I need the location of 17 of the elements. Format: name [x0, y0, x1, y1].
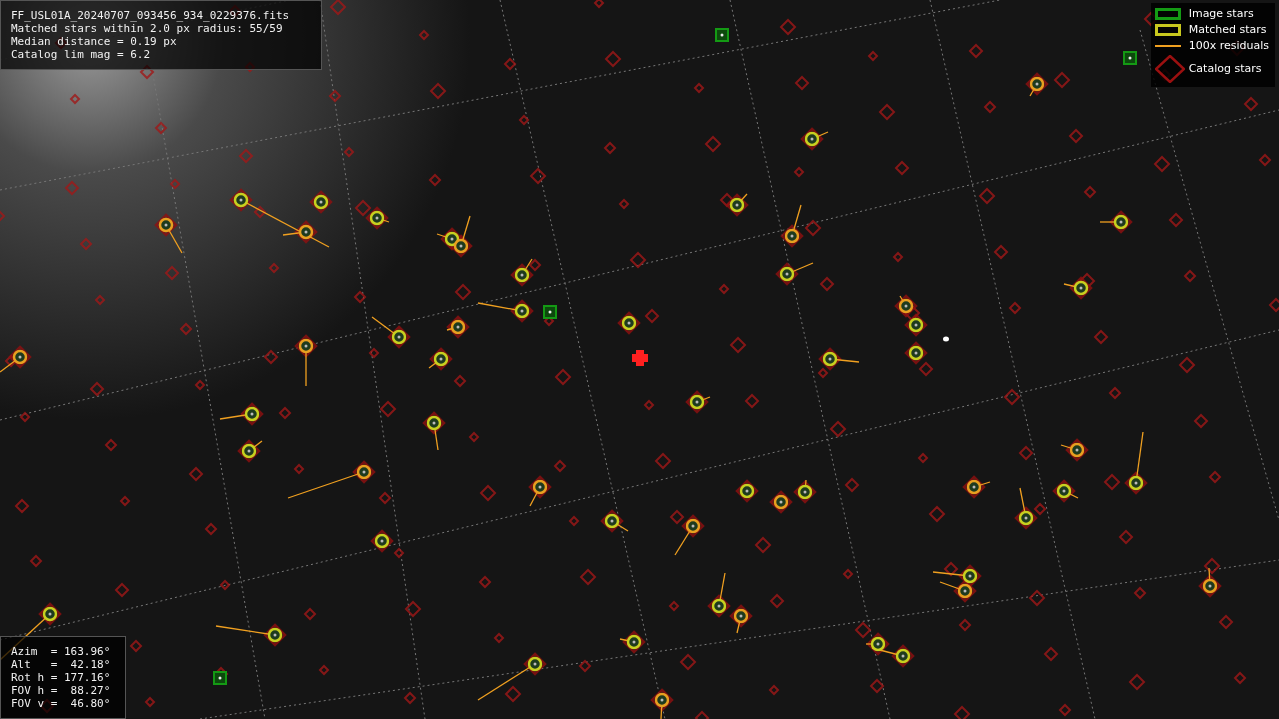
info-line: Catalog lim mag = 6.2: [11, 48, 152, 61]
pointing-line: Rot h = 177.16°: [11, 671, 112, 684]
pointing-line: Alt = 42.18°: [11, 658, 112, 671]
line-icon: [1154, 45, 1181, 47]
diamond-icon: [1154, 55, 1185, 83]
legend-label: 100x residuals: [1188, 39, 1269, 53]
square-icon: [1154, 24, 1181, 36]
legend-label: Image stars: [1188, 7, 1255, 21]
legend-label: Catalog stars: [1188, 62, 1263, 76]
square-icon: [1154, 8, 1181, 20]
info-line: Median distance = 0.19 px: [11, 35, 178, 48]
pointing-line: Azim = 163.96°: [11, 645, 112, 658]
pointing-line: FOV v = 46.80°: [11, 697, 112, 710]
pointing-line: FOV h = 88.27°: [11, 684, 112, 697]
legend-label: Matched stars: [1188, 23, 1268, 37]
info-line: Matched stars within 2.0 px radius: 55/59: [11, 22, 284, 35]
info-line: FF_USL01A_20240707_093456_934_0229376.fits: [11, 9, 291, 22]
